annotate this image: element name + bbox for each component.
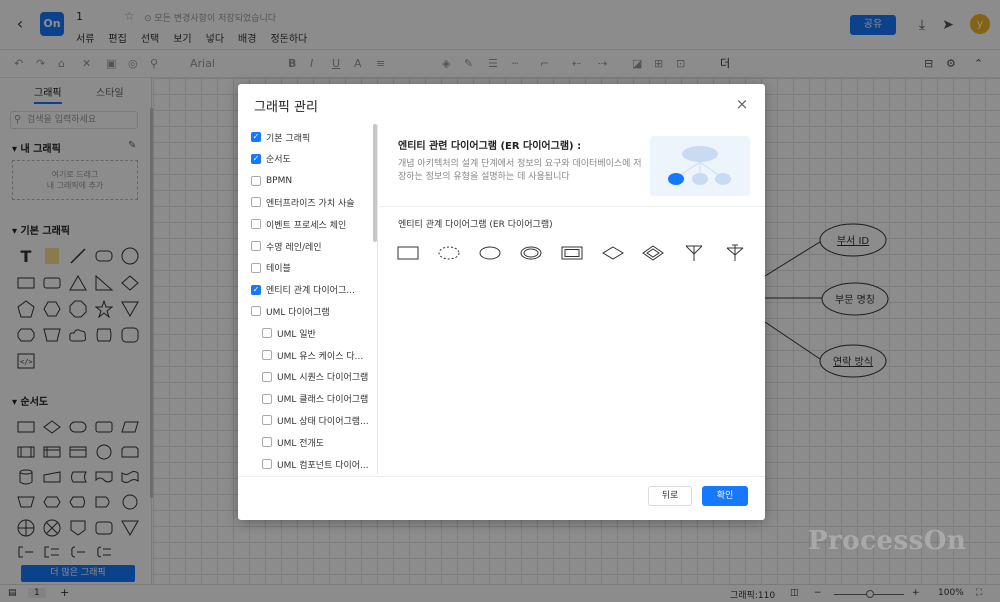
category-checkbox[interactable] [251, 175, 261, 186]
category-item[interactable]: ✓ 기본 그래픽 [251, 129, 310, 145]
category-item[interactable]: 엔터프라이즈 가치 사슬 [251, 194, 355, 210]
category-item[interactable]: ✓ 엔티티 관계 다이어그... [251, 282, 355, 298]
category-checkbox[interactable] [262, 371, 272, 382]
er-subsection-title: 엔티티 관계 다이어그램 (ER 다이어그램) [398, 220, 553, 230]
category-label: 기본 그래픽 [266, 133, 311, 144]
category-item[interactable]: UML 전개도 [262, 434, 324, 450]
category-label: 테이블 [266, 264, 291, 275]
category-item[interactable]: UML 시퀀스 다이어그램 [262, 369, 368, 385]
detail-description: 개념 아키텍처의 설계 단계에서 정보의 요구와 데이터베이스에 저장하는 정보… [398, 159, 642, 182]
identifying-relationship-icon[interactable] [641, 243, 665, 263]
category-label: 순서도 [266, 155, 291, 166]
category-checkbox[interactable] [251, 197, 261, 208]
category-checkbox[interactable] [251, 219, 261, 230]
category-scrollbar[interactable] [373, 124, 377, 242]
category-label: UML 다이어그램 [266, 307, 330, 318]
category-item[interactable]: 테이블 [251, 260, 291, 276]
category-list: ✓ 기본 그래픽 ✓ 순서도 BPMN 엔터프라이즈 가치 사슬이벤트 프로세스 체인수영… [238, 124, 378, 474]
category-label: UML 전개도 [277, 438, 325, 449]
category-checkbox[interactable] [262, 459, 272, 469]
back-button[interactable]: 뒤로 [648, 486, 692, 506]
close-icon[interactable]: × [734, 96, 750, 112]
category-item[interactable]: ✓ 순서도 [251, 151, 291, 167]
category-checkbox[interactable] [262, 415, 272, 426]
category-label: 엔터프라이즈 가치 사슬 [266, 198, 355, 209]
category-label: 이벤트 프로세스 체인 [266, 220, 347, 231]
category-label: BPMN [266, 175, 293, 186]
category-item[interactable]: 이벤트 프로세스 체인 [251, 216, 346, 232]
category-label: 엔티티 관계 다이어그... [266, 286, 355, 297]
entity-icon[interactable] [396, 243, 420, 263]
app-window: ‹ On 1 ☆ ⊙ 모든 변경사항이 저장되었습니다 서류 편집 선택 보기 … [0, 0, 1000, 602]
confirm-button[interactable]: 확인 [702, 486, 748, 506]
category-item[interactable]: BPMN [251, 173, 292, 189]
detail-title: 엔티티 관련 다이어그램 (ER 다이어그램) : [398, 141, 582, 152]
category-label: UML 유스 케이스 다... [277, 351, 364, 362]
separator [379, 206, 765, 207]
category-checkbox[interactable] [251, 241, 261, 251]
category-checkbox[interactable] [262, 393, 272, 404]
weak-attribute-icon[interactable] [437, 243, 461, 263]
category-item[interactable]: UML 상태 다이어그램... [262, 412, 369, 428]
category-label: UML 컴포넌트 다이어... [277, 460, 369, 471]
graphics-manager-dialog: 그래픽 관리 × ✓ 기본 그래픽 ✓ 순서도 BPMN 엔터프라이즈 가치 사슬이벤트 … [238, 84, 765, 520]
category-label: UML 클래스 다이어그램 [277, 395, 369, 406]
footer-separator [238, 476, 765, 477]
category-checkbox[interactable] [262, 328, 272, 339]
category-checkbox[interactable] [251, 306, 261, 317]
attribute-icon[interactable] [478, 243, 502, 263]
relationship-icon[interactable] [601, 243, 625, 263]
category-item[interactable]: UML 컴포넌트 다이어... [262, 456, 369, 472]
category-checkbox[interactable]: ✓ [251, 153, 261, 164]
one-to-many-icon[interactable] [682, 243, 706, 263]
category-checkbox[interactable] [262, 350, 272, 360]
multivalued-attribute-icon[interactable] [519, 243, 543, 263]
category-item[interactable]: UML 다이어그램 [251, 303, 330, 319]
category-checkbox[interactable] [251, 262, 261, 273]
category-item[interactable]: UML 유스 케이스 다... [262, 347, 363, 363]
category-checkbox[interactable] [262, 437, 272, 448]
er-preview-image [650, 136, 750, 196]
category-item[interactable]: UML 일반 [262, 325, 316, 341]
weak-entity-icon[interactable] [560, 243, 584, 263]
dialog-title: 그래픽 관리 [254, 100, 318, 115]
category-checkbox[interactable]: ✓ [251, 132, 261, 142]
category-label: UML 상태 다이어그램... [277, 416, 369, 427]
category-checkbox[interactable]: ✓ [251, 284, 261, 295]
category-item[interactable]: UML 클래스 다이어그램 [262, 391, 368, 407]
category-label: 수영 레인/레인 [266, 242, 322, 253]
many-to-many-icon[interactable] [723, 243, 747, 263]
category-label: UML 시퀀스 다이어그램 [277, 373, 369, 384]
watermark-logo: ProcessOn [808, 526, 967, 556]
category-item[interactable]: 수영 레인/레인 [251, 238, 322, 254]
category-label: UML 일반 [277, 329, 316, 340]
